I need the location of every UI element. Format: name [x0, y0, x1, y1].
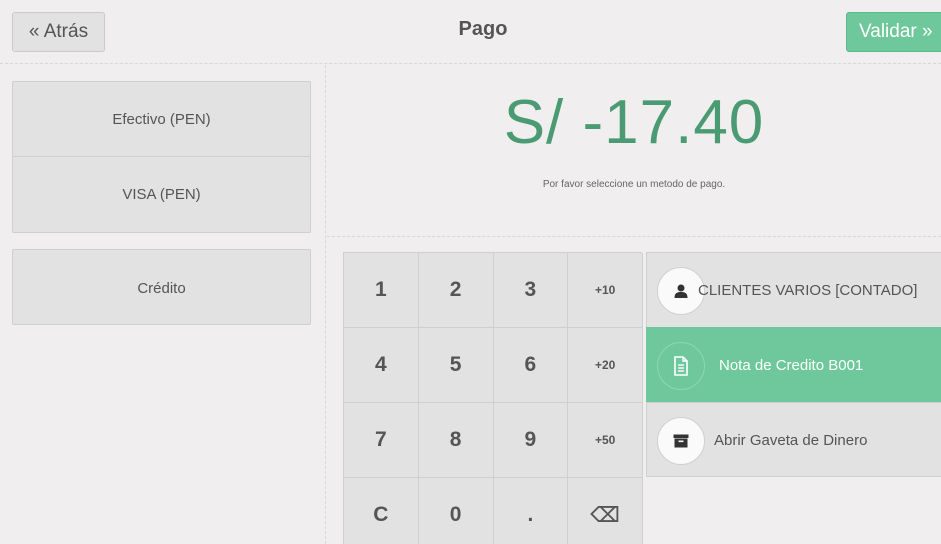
key-plus-10[interactable]: +10: [568, 253, 643, 328]
key-1[interactable]: 1: [344, 253, 419, 328]
key-plus-20[interactable]: +20: [568, 328, 643, 403]
validate-button[interactable]: Validar »: [846, 12, 941, 52]
key-decimal[interactable]: .: [493, 478, 569, 544]
credit-button[interactable]: Crédito: [12, 249, 311, 325]
page-title: Pago: [458, 18, 508, 40]
key-6[interactable]: 6: [493, 328, 569, 403]
credit-note-button[interactable]: Nota de Credito B001: [646, 327, 941, 402]
key-3[interactable]: 3: [493, 253, 569, 328]
payment-methods-panel: Efectivo (PEN) VISA (PEN) Crédito: [0, 65, 326, 544]
amount-display: S/ -17.40 Por favor seleccione un metodo…: [327, 65, 941, 237]
key-5[interactable]: 5: [418, 328, 494, 403]
payment-actions: CLIENTES VARIOS [CONTADO] Nota de Credit…: [646, 252, 941, 477]
archive-icon: [657, 417, 705, 465]
key-9[interactable]: 9: [493, 403, 569, 478]
key-7[interactable]: 7: [344, 403, 419, 478]
key-0[interactable]: 0: [418, 478, 494, 544]
key-backspace[interactable]: ⌫: [568, 478, 643, 544]
open-cash-drawer-button[interactable]: Abrir Gaveta de Dinero: [646, 402, 941, 477]
key-2[interactable]: 2: [418, 253, 494, 328]
numpad: 1 2 3 +10 4 5 6 +20 7 8 9 +50 C 0. ⌫: [343, 252, 643, 544]
customer-label: CLIENTES VARIOS [CONTADO]: [698, 282, 918, 299]
credit-note-label: Nota de Credito B001: [719, 357, 864, 374]
cash-drawer-label: Abrir Gaveta de Dinero: [714, 432, 868, 449]
key-plus-50[interactable]: +50: [568, 403, 643, 478]
key-8[interactable]: 8: [418, 403, 494, 478]
document-icon: [657, 342, 705, 390]
top-bar: « Atrás Pago Validar »: [0, 0, 941, 64]
payment-hint: Por favor seleccione un metodo de pago.: [542, 179, 726, 190]
due-amount: S/ -17.40: [503, 88, 765, 157]
key-clear[interactable]: C: [344, 478, 419, 544]
payment-method-cash[interactable]: Efectivo (PEN): [13, 82, 310, 157]
key-4[interactable]: 4: [344, 328, 419, 403]
payment-method-list: Efectivo (PEN) VISA (PEN): [12, 81, 311, 233]
payment-method-visa[interactable]: VISA (PEN): [13, 157, 310, 232]
customer-button[interactable]: CLIENTES VARIOS [CONTADO]: [646, 252, 941, 327]
